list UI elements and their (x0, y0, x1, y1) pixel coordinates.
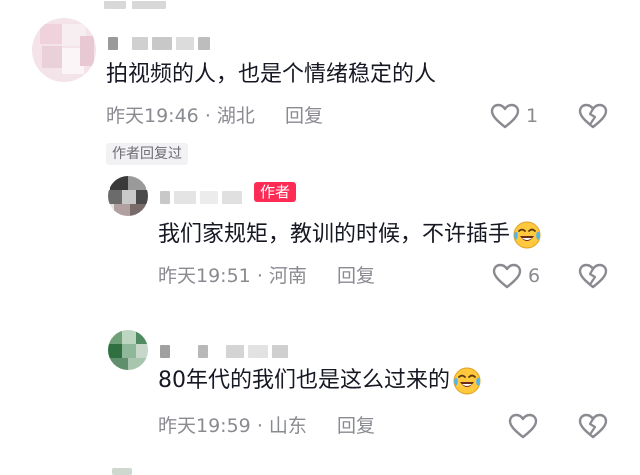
broken-heart-icon (578, 103, 608, 129)
avatar[interactable] (108, 330, 148, 370)
heart-outline-icon (490, 103, 520, 129)
like-count: 1 (526, 105, 539, 127)
comment-text: 我们家规矩，教训的时候，不许插手 (158, 220, 542, 250)
dislike-button[interactable] (578, 263, 608, 293)
meta-separator: · (256, 415, 263, 437)
avatar[interactable] (108, 176, 148, 216)
comment-time: 昨天19:59 (158, 415, 251, 437)
comment-text-content: 80年代的我们也是这么过来的 (158, 368, 450, 393)
broken-heart-icon (578, 413, 608, 439)
comment-time: 昨天19:51 (158, 265, 251, 287)
comment-time: 昨天19:46 (106, 105, 199, 127)
comment-location: 山东 (268, 415, 307, 437)
comment-text: 80年代的我们也是这么过来的 (158, 366, 482, 396)
reply-button[interactable]: 回复 (285, 105, 323, 127)
username-blurred[interactable] (160, 344, 288, 358)
comment-meta: 昨天19:51 · 河南 回复 (158, 264, 375, 288)
heart-outline-icon (508, 413, 538, 439)
previous-comment-meta-cutoff (104, 0, 194, 9)
like-count: 6 (528, 265, 541, 287)
laughing-tears-emoji (513, 221, 541, 249)
comment-text-content: 我们家规矩，教训的时候，不许插手 (158, 222, 511, 247)
meta-separator: · (256, 265, 263, 287)
comment-location: 河南 (268, 265, 307, 287)
next-comment-cutoff (112, 468, 132, 475)
reply-button[interactable]: 回复 (337, 265, 375, 287)
like-button[interactable]: 6 (492, 263, 540, 289)
heart-outline-icon (492, 263, 522, 289)
meta-separator: · (204, 105, 211, 127)
laughing-tears-emoji (453, 367, 481, 395)
like-button[interactable]: 1 (490, 103, 538, 129)
username-blurred[interactable] (108, 36, 210, 50)
comment-meta: 昨天19:59 · 山东 回复 (158, 414, 375, 438)
username-blurred[interactable] (160, 190, 242, 204)
broken-heart-icon (578, 263, 608, 289)
avatar[interactable] (32, 18, 96, 82)
reply-button[interactable]: 回复 (337, 415, 375, 437)
comment-text: 拍视频的人，也是个情绪稳定的人 (106, 62, 437, 87)
dislike-button[interactable] (578, 103, 608, 133)
dislike-button[interactable] (578, 413, 608, 443)
comment-location: 湖北 (216, 105, 255, 127)
author-replied-tag: 作者回复过 (106, 143, 188, 165)
author-badge: 作者 (254, 182, 297, 202)
like-button[interactable] (508, 413, 544, 439)
comment-meta: 昨天19:46 · 湖北 回复 (106, 104, 323, 128)
